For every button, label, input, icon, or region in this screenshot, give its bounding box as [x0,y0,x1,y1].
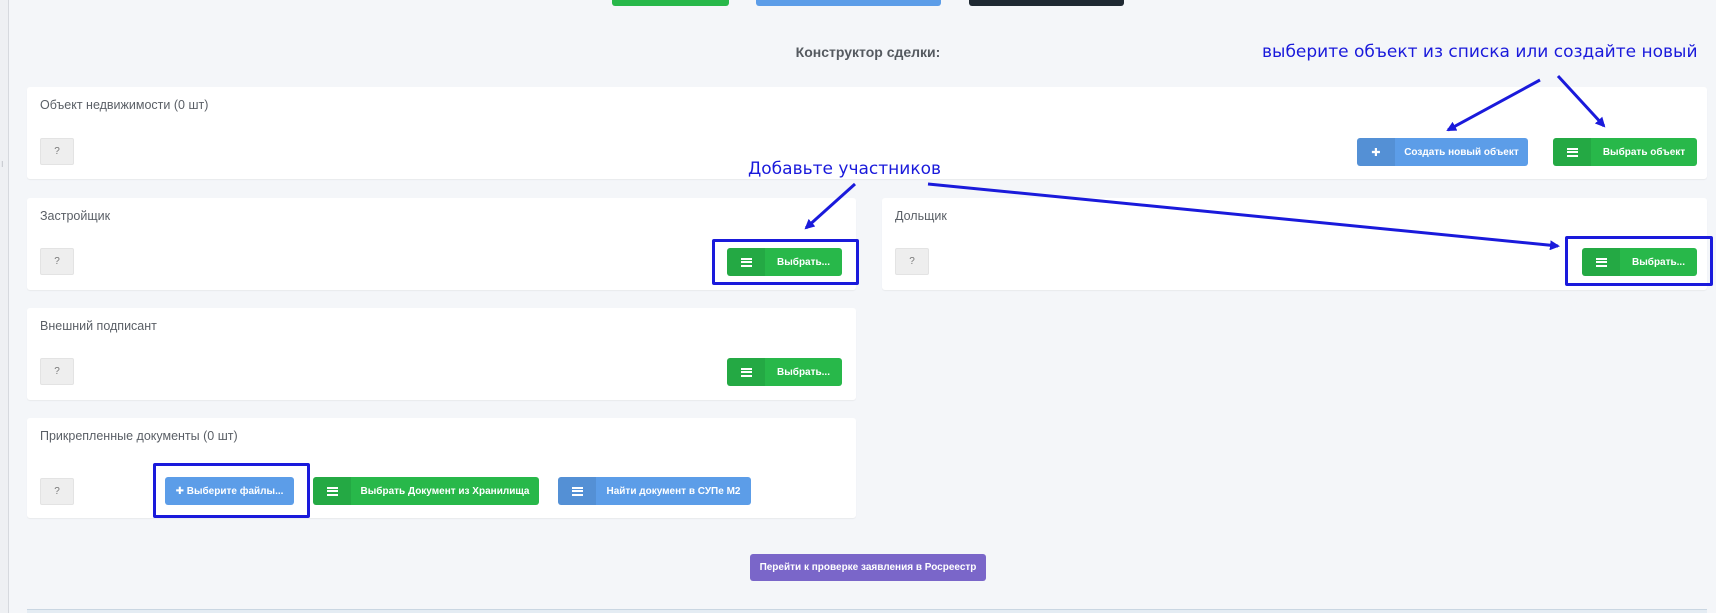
select-from-storage-label: Выбрать Документ из Хранилища [360,485,530,497]
list-icon [313,477,351,505]
documents-card-title: Прикрепленные документы (0 шт) [40,429,238,443]
highlight-shareholder-select [1565,236,1713,286]
create-new-object-button[interactable]: ✚ Создать новый объект [1357,138,1528,166]
external-signer-card-title: Внешний подписант [40,319,157,333]
developer-help-badge[interactable]: ? [40,248,74,275]
create-new-object-label: Создать новый объект [1404,146,1519,158]
select-from-storage-button[interactable]: Выбрать Документ из Хранилища [313,477,539,505]
property-help-badge[interactable]: ? [40,138,74,165]
select-external-signer-button[interactable]: Выбрать... [727,358,842,386]
documents-card: Прикрепленные документы (0 шт) ? ✚ Выбер… [27,418,856,518]
select-object-label: Выбрать объект [1602,146,1686,158]
add-participants-hint: Добавьте участников [748,159,942,179]
top-blue-button[interactable] [756,0,941,6]
highlight-developer-select [712,239,859,285]
highlight-choose-files [153,463,310,518]
list-icon [558,477,596,505]
select-object-button[interactable]: Выбрать объект [1553,138,1697,166]
bottom-panel-edge [27,609,1707,613]
shareholder-help-badge[interactable]: ? [895,248,929,275]
external-signer-card: Внешний подписант ? Выбрать... [27,308,856,400]
property-card-title: Объект недвижимости (0 шт) [40,98,209,112]
plus-icon: ✚ [1357,138,1395,166]
documents-help-badge[interactable]: ? [40,478,74,505]
left-rail: ⁝ [0,0,9,613]
go-to-rosreestr-check-label: Перейти к проверке заявления в Росреестр [759,562,977,573]
select-object-hint: выберите объект из списка или создайте н… [1262,42,1698,62]
find-in-supe-label: Найти документ в СУПе М2 [606,485,741,497]
shareholder-card-title: Дольщик [895,209,947,223]
top-green-button[interactable] [612,0,729,6]
external-signer-help-badge[interactable]: ? [40,358,74,385]
developer-card-title: Застройщик [40,209,111,223]
list-icon [1553,138,1591,166]
select-external-signer-label: Выбрать... [777,366,830,378]
list-icon [727,358,765,386]
go-to-rosreestr-check-button[interactable]: Перейти к проверке заявления в Росреестр [750,554,986,581]
top-dark-button[interactable] [969,0,1124,6]
find-in-supe-button[interactable]: Найти документ в СУПе М2 [558,477,751,505]
rail-handle-icon[interactable]: ⁝ [1,160,4,169]
constructor-title: Конструктор сделки: [795,44,941,60]
